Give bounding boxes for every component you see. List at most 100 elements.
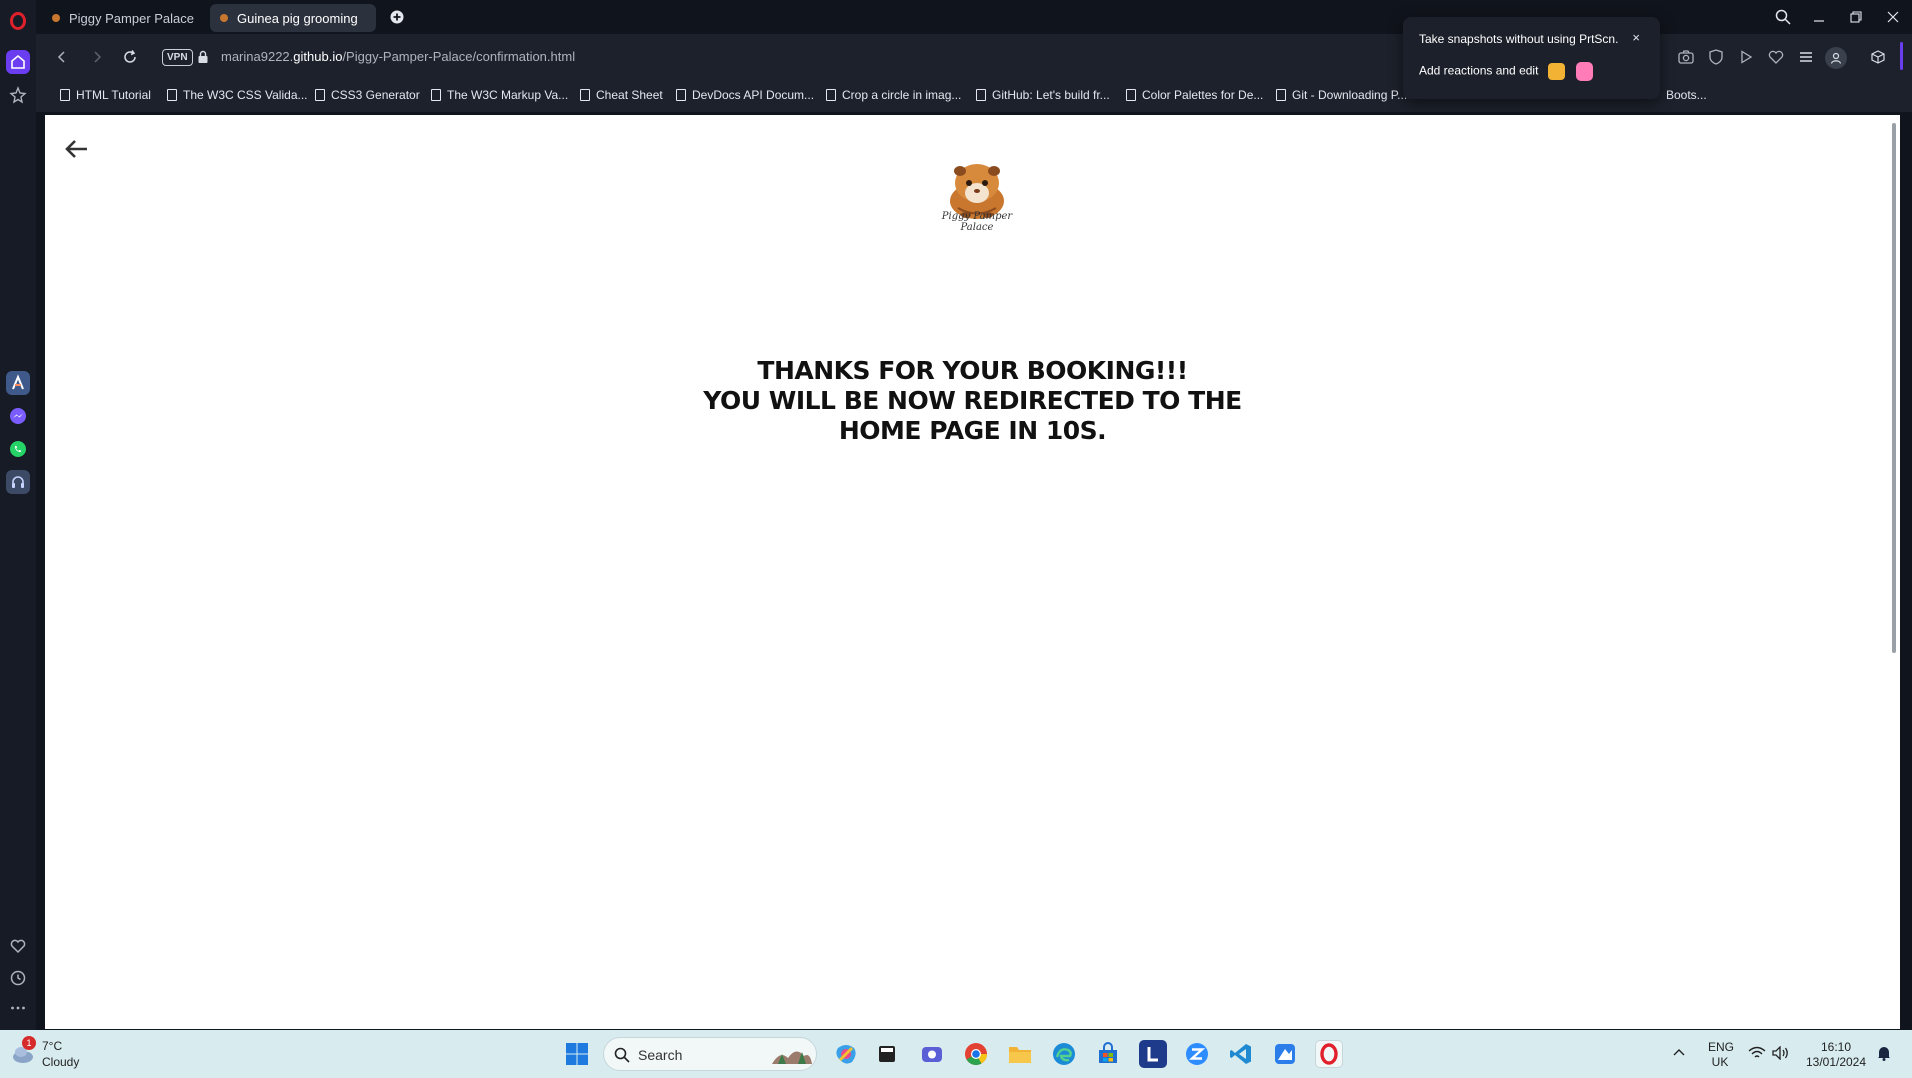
history-icon[interactable] xyxy=(6,966,30,990)
more-icon[interactable] xyxy=(6,996,30,1020)
messenger-icon[interactable] xyxy=(6,404,30,428)
shield-icon[interactable] xyxy=(1706,47,1726,67)
reload-button[interactable] xyxy=(120,47,140,67)
search-placeholder: Search xyxy=(638,1047,683,1063)
popup-subtitle-text: Add reactions and edit xyxy=(1419,63,1539,78)
bookmark-cheat-sheet[interactable]: Cheat Sheet xyxy=(580,88,663,102)
search-tabs-icon[interactable] xyxy=(1772,6,1794,28)
page-icon xyxy=(1276,89,1286,101)
bookmark-css3-generator[interactable]: CSS3 Generator xyxy=(315,88,420,102)
extensions-cube-icon[interactable] xyxy=(1868,47,1888,67)
new-tab-button[interactable] xyxy=(386,6,408,28)
page-icon xyxy=(1126,89,1136,101)
bookmark-html-tutorial[interactable]: HTML Tutorial xyxy=(60,88,151,102)
url-field[interactable]: marina9222.github.io/Piggy-Pamper-Palace… xyxy=(221,49,575,64)
url-domain: github.io xyxy=(293,49,343,64)
favorite-heart-icon[interactable] xyxy=(1766,47,1786,67)
bookmark-w3c-markup-validator[interactable]: The W3C Markup Va... xyxy=(431,88,568,102)
edge-icon[interactable] xyxy=(1050,1040,1078,1068)
chrome-icon[interactable] xyxy=(962,1040,990,1068)
piggy-favicon-icon xyxy=(220,14,228,22)
bookmark-label: The W3C CSS Valida... xyxy=(183,88,308,102)
minimize-button[interactable] xyxy=(1808,6,1830,28)
bookmark-devdocs[interactable]: DevDocs API Docum... xyxy=(676,88,814,102)
bookmark-crop-circle[interactable]: Crop a circle in imag... xyxy=(826,88,961,102)
bookmark-label: DevDocs API Docum... xyxy=(692,88,815,102)
zoom-icon[interactable] xyxy=(1183,1040,1211,1068)
vscode-icon[interactable] xyxy=(1227,1040,1255,1068)
piggy-pamper-palace-logo[interactable]: Piggy Pamper Palace xyxy=(938,153,1016,245)
popup-close-button[interactable]: × xyxy=(1632,30,1640,45)
message-line-2: YOU WILL BE NOW REDIRECTED TO THE xyxy=(703,386,1242,415)
player-icon[interactable] xyxy=(1736,47,1756,67)
bookmark-git-downloading[interactable]: Git - Downloading P... xyxy=(1276,88,1407,102)
heart-icon[interactable] xyxy=(6,934,30,958)
weather-badge: 1 xyxy=(22,1036,36,1050)
bookmark-color-palettes[interactable]: Color Palettes for De... xyxy=(1126,88,1263,102)
page-icon xyxy=(167,89,177,101)
bookmark-w3c-css-validator[interactable]: The W3C CSS Valida... xyxy=(167,88,308,102)
opera-taskbar-icon[interactable] xyxy=(1315,1040,1343,1068)
copilot-icon[interactable] xyxy=(832,1040,860,1068)
weather-widget[interactable]: 1 xyxy=(10,1036,36,1066)
restore-button[interactable] xyxy=(1845,6,1867,28)
opera-logo-icon[interactable] xyxy=(6,9,30,33)
microsoft-store-icon[interactable] xyxy=(1094,1040,1122,1068)
tab-title: Guinea pig grooming xyxy=(237,10,358,26)
bookmark-label: Cheat Sheet xyxy=(596,88,663,102)
url-prefix: marina9222. xyxy=(221,49,294,64)
popup-title: Take snapshots without using PrtScn. xyxy=(1419,32,1619,46)
page-icon xyxy=(976,89,986,101)
bookmark-label: The W3C Markup Va... xyxy=(447,88,569,102)
folder-icon[interactable] xyxy=(1006,1040,1034,1068)
taskbar-search-input[interactable]: Search xyxy=(603,1037,817,1071)
bookmark-label: HTML Tutorial xyxy=(76,88,151,102)
file-explorer-dark-icon[interactable] xyxy=(873,1040,901,1068)
wifi-icon[interactable] xyxy=(1748,1046,1766,1064)
tab-title: Piggy Pamper Palace xyxy=(69,10,195,26)
teams-meet-icon[interactable] xyxy=(918,1040,946,1068)
bookmark-label: GitHub: Let's build fr... xyxy=(992,88,1110,102)
region-code: UK xyxy=(1711,1055,1729,1069)
bookmark-bootstrap[interactable]: Boots... xyxy=(1666,88,1707,102)
aria-icon[interactable] xyxy=(6,371,30,395)
notification-bell-icon[interactable] xyxy=(1876,1045,1892,1065)
close-window-button[interactable] xyxy=(1882,6,1904,28)
profile-icon[interactable] xyxy=(1825,47,1847,69)
home-icon[interactable] xyxy=(6,50,30,74)
clock-time: 16:10 xyxy=(1820,1040,1852,1054)
back-button[interactable] xyxy=(52,47,72,67)
snapshot-icon[interactable] xyxy=(1676,47,1696,67)
clock[interactable]: 16:10 13/01/2024 xyxy=(1804,1040,1868,1070)
tab-piggy-pamper-palace[interactable]: Piggy Pamper Palace xyxy=(42,4,202,32)
music-player-icon[interactable] xyxy=(6,470,30,494)
windows-start-icon[interactable] xyxy=(563,1040,591,1068)
easy-setup-icon[interactable] xyxy=(1796,47,1816,67)
forward-button[interactable] xyxy=(87,47,107,67)
language-indicator[interactable]: ENG UK xyxy=(1708,1040,1735,1070)
weather-temperature: 7°C xyxy=(42,1039,63,1053)
bookmark-label: Crop a circle in imag... xyxy=(842,88,962,102)
show-hidden-icons-button[interactable] xyxy=(1672,1046,1686,1061)
paint-app-icon[interactable] xyxy=(1271,1040,1299,1068)
snapshot-tip-popup: Take snapshots without using PrtScn. Add… xyxy=(1403,17,1660,99)
bookmark-label: Color Palettes for De... xyxy=(1142,88,1264,102)
page-icon xyxy=(431,89,441,101)
whatsapp-icon[interactable] xyxy=(6,437,30,461)
tab-guinea-pig-grooming[interactable]: Guinea pig grooming xyxy=(210,4,376,32)
language-code: ENG xyxy=(1708,1040,1735,1054)
message-line-1: THANKS FOR YOUR BOOKING!!! xyxy=(757,356,1188,385)
volume-icon[interactable] xyxy=(1772,1045,1790,1064)
lock-icon[interactable] xyxy=(193,47,213,67)
reaction-emoji-icon xyxy=(1547,63,1565,80)
vpn-badge[interactable]: VPN xyxy=(162,49,193,66)
weather-text[interactable]: 7°C Cloudy xyxy=(42,1038,79,1070)
search-icon xyxy=(614,1047,630,1063)
page-scrollbar[interactable] xyxy=(1888,115,1900,1029)
opera-sidebar xyxy=(0,0,36,1030)
bookmark-github[interactable]: GitHub: Let's build fr... xyxy=(976,88,1110,102)
back-arrow-icon[interactable] xyxy=(63,135,91,163)
scrollbar-thumb[interactable] xyxy=(1892,123,1896,653)
pinboard-icon[interactable] xyxy=(6,83,30,107)
l-app-icon[interactable] xyxy=(1139,1040,1167,1068)
